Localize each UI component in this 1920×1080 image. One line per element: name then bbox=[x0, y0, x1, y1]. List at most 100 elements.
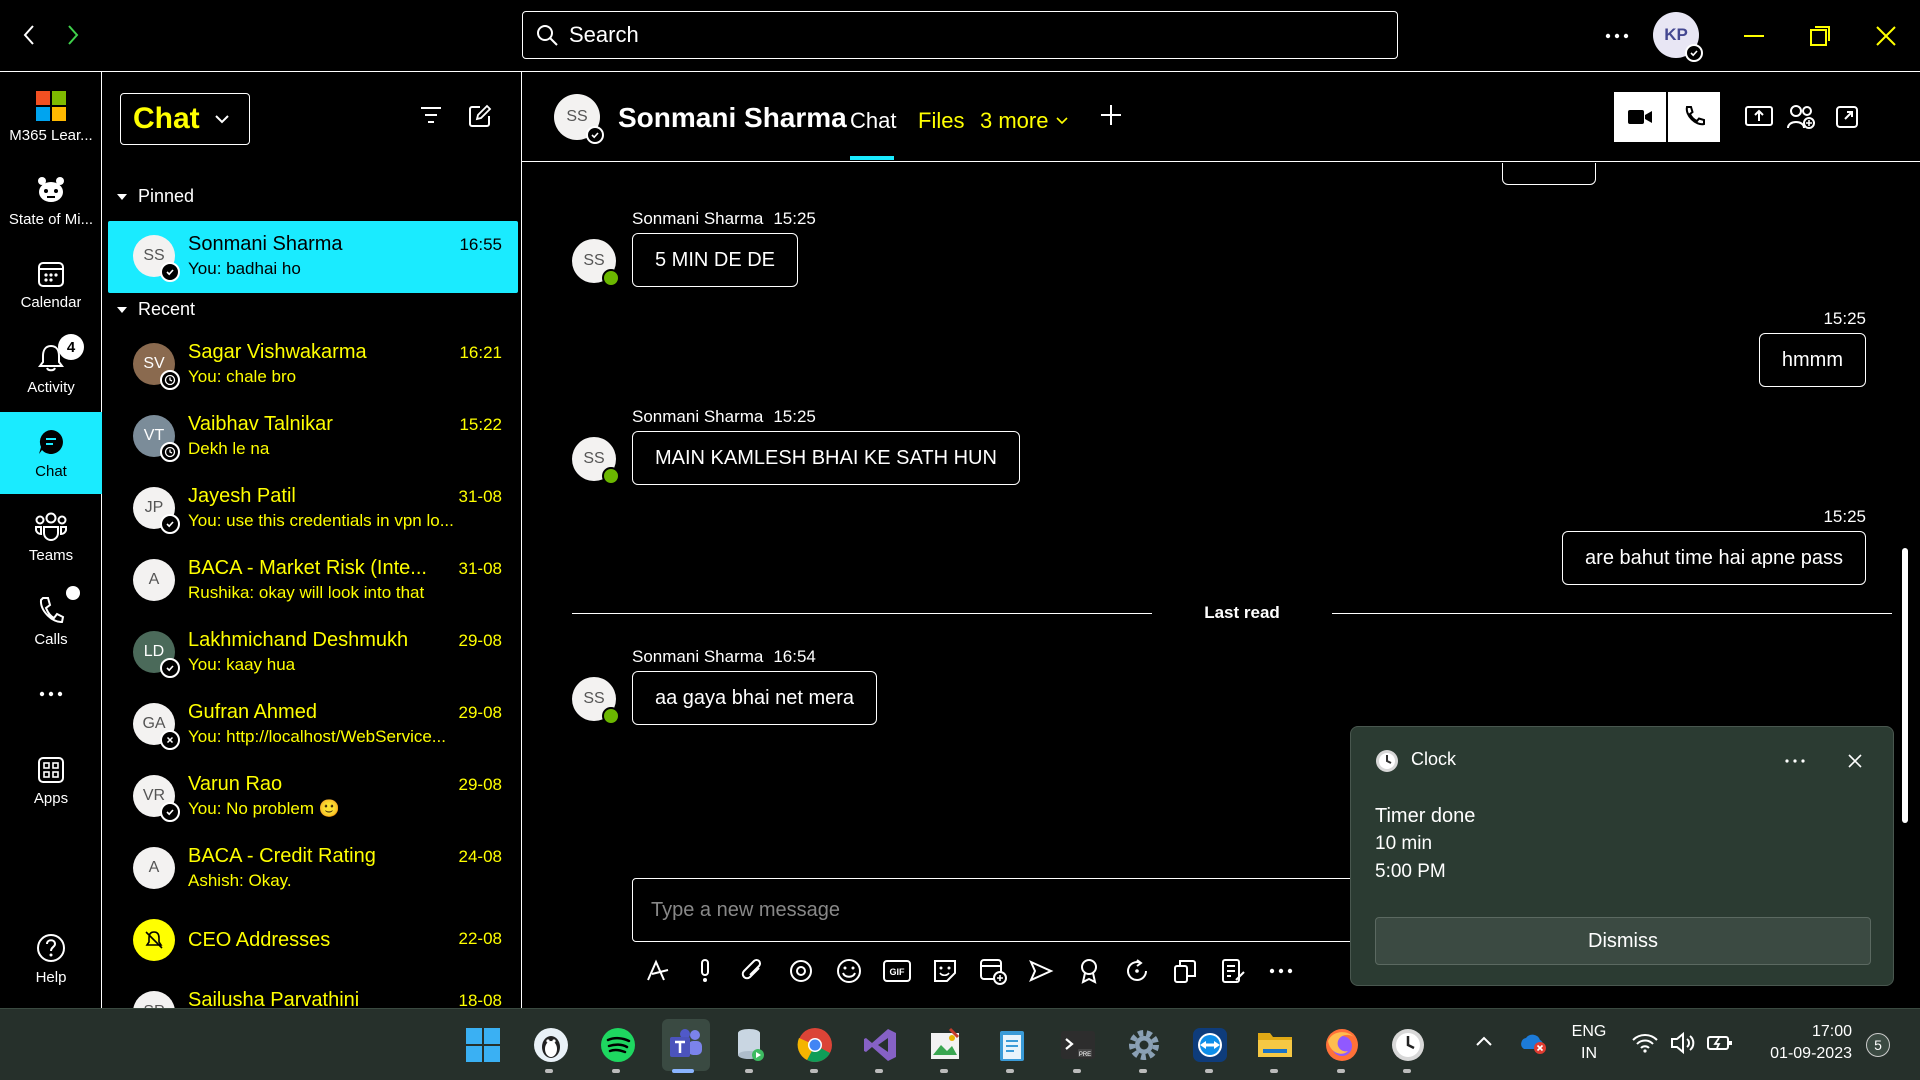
chat-item-baca-market-risk[interactable]: A BACA - Market Risk (Inte... Rushika: o… bbox=[108, 545, 518, 617]
attach-icon[interactable] bbox=[736, 954, 770, 988]
scrollbar[interactable] bbox=[1902, 548, 1908, 823]
chat-item-lakhmichand-deshmukh[interactable]: LD Lakhmichand Deshmukh You: kaay hua 29… bbox=[108, 617, 518, 689]
loop-icon[interactable] bbox=[784, 954, 818, 988]
windows-start-icon[interactable] bbox=[463, 1025, 503, 1065]
pop-out-icon[interactable] bbox=[1832, 102, 1862, 132]
refresh-icon[interactable] bbox=[1120, 954, 1154, 988]
contact-avatar[interactable]: SS bbox=[554, 94, 604, 144]
profile-avatar[interactable]: KP bbox=[1653, 12, 1703, 62]
file-explorer-icon[interactable] bbox=[1255, 1025, 1295, 1065]
close-window-icon[interactable] bbox=[1866, 16, 1906, 56]
my-message-bubble[interactable]: hmmm bbox=[1758, 333, 1866, 387]
status-offline-icon bbox=[160, 730, 180, 750]
chat-item-ceo-addresses[interactable]: CEO Addresses 22-08 bbox=[108, 905, 518, 977]
stream-icon[interactable] bbox=[1024, 954, 1058, 988]
terminal-preview-icon[interactable]: PRE bbox=[1058, 1025, 1098, 1065]
message-bubble[interactable]: MAIN KAMLESH BHAI KE SATH HUN bbox=[632, 431, 1020, 485]
forward-arrow-icon[interactable] bbox=[58, 18, 88, 52]
back-arrow-icon[interactable] bbox=[14, 18, 44, 52]
add-tab-icon[interactable] bbox=[1096, 100, 1126, 130]
video-call-button[interactable] bbox=[1614, 92, 1666, 142]
rail-item-calendar[interactable]: Calendar bbox=[0, 244, 102, 326]
praise-icon[interactable] bbox=[1072, 954, 1106, 988]
forms-icon[interactable] bbox=[1216, 954, 1250, 988]
emoji-icon[interactable] bbox=[832, 954, 866, 988]
updates-icon[interactable] bbox=[1168, 954, 1202, 988]
tab-more[interactable]: 3 more bbox=[980, 108, 1069, 134]
restore-icon[interactable] bbox=[1800, 16, 1840, 56]
pinned-section-header[interactable]: Pinned bbox=[116, 186, 194, 207]
chat-item-sagar-vishwakarma[interactable]: SV Sagar Vishwakarma You: chale bro 16:2… bbox=[108, 329, 518, 401]
dismiss-button[interactable]: Dismiss bbox=[1375, 917, 1871, 965]
more-apps-icon[interactable] bbox=[1264, 954, 1298, 988]
active-tab-indicator bbox=[850, 156, 894, 160]
notification-count-badge[interactable]: 5 bbox=[1866, 1033, 1890, 1057]
rail-more-icon[interactable] bbox=[0, 664, 102, 724]
chat-item-jayesh-patil[interactable]: JP Jayesh Patil You: use this credential… bbox=[108, 473, 518, 545]
filter-icon[interactable] bbox=[420, 106, 442, 124]
rail-item-calls[interactable]: Calls bbox=[0, 580, 102, 662]
toast-close-icon[interactable] bbox=[1847, 753, 1863, 769]
chat-item-baca-credit-rating[interactable]: A BACA - Credit Rating Ashish: Okay. 24-… bbox=[108, 833, 518, 905]
tab-chat[interactable]: Chat bbox=[850, 108, 896, 134]
onedrive-error-icon[interactable] bbox=[1518, 1031, 1548, 1055]
clock-taskbar-icon[interactable] bbox=[1388, 1025, 1428, 1065]
settings-gear-icon[interactable] bbox=[1124, 1025, 1164, 1065]
chrome-icon[interactable] bbox=[795, 1025, 835, 1065]
recent-section-header[interactable]: Recent bbox=[116, 299, 195, 320]
spotify-icon[interactable] bbox=[598, 1025, 638, 1065]
chat-item-varun-rao[interactable]: VR Varun Rao You: No problem 🙂 29-08 bbox=[108, 761, 518, 833]
rail-label: M365 Lear... bbox=[9, 126, 93, 144]
add-people-icon[interactable] bbox=[1786, 102, 1816, 132]
teamviewer-icon[interactable] bbox=[1190, 1025, 1230, 1065]
share-screen-icon[interactable] bbox=[1744, 102, 1774, 132]
teams-taskbar-icon[interactable] bbox=[662, 1019, 710, 1071]
tray-overflow-chevron-icon[interactable] bbox=[1475, 1035, 1493, 1047]
message-time: 15:25 bbox=[773, 407, 816, 426]
my-message-bubble[interactable]: are bahut time hai apne pass bbox=[1562, 531, 1866, 585]
rail-item-activity[interactable]: 4 Activity bbox=[0, 328, 102, 410]
gif-icon[interactable]: GIF bbox=[880, 954, 914, 988]
database-tool-icon[interactable] bbox=[730, 1025, 770, 1065]
clock-display[interactable]: 17:00 01-09-2023 bbox=[1752, 1023, 1852, 1063]
sender-avatar[interactable]: SS bbox=[572, 437, 620, 485]
firefox-icon[interactable] bbox=[1322, 1025, 1362, 1065]
format-icon[interactable] bbox=[640, 954, 674, 988]
volume-icon[interactable] bbox=[1670, 1031, 1696, 1055]
chat-filter-dropdown[interactable]: Chat bbox=[120, 93, 250, 145]
chat-item-sonmani-sharma[interactable]: SS Sonmani Sharma You: badhai ho 16:55 bbox=[108, 221, 518, 293]
sender-avatar[interactable]: SS bbox=[572, 239, 620, 287]
rail-item-teams[interactable]: Teams bbox=[0, 496, 102, 578]
new-chat-icon[interactable] bbox=[468, 104, 492, 128]
chat-item-sailusha-parvathini[interactable]: SP Sailusha Parvathini 18-08 bbox=[108, 977, 518, 1008]
chat-item-vaibhav-talnikar[interactable]: VT Vaibhav Talnikar Dekh le na 15:22 bbox=[108, 401, 518, 473]
more-options-icon[interactable] bbox=[1597, 16, 1637, 56]
image-editor-icon[interactable] bbox=[925, 1025, 965, 1065]
minimize-icon[interactable] bbox=[1734, 16, 1774, 56]
battery-charging-icon[interactable] bbox=[1706, 1033, 1734, 1053]
message-bubble[interactable]: aa gaya bhai net mera bbox=[632, 671, 878, 725]
penguin-app-icon[interactable] bbox=[531, 1025, 571, 1065]
rail-item-help[interactable]: Help bbox=[0, 918, 102, 1000]
search-input[interactable]: Search bbox=[522, 11, 1398, 59]
message-bubble-partial[interactable]: haan bbox=[1502, 163, 1596, 185]
language-indicator[interactable]: ENG IN bbox=[1562, 1023, 1616, 1063]
tab-files[interactable]: Files bbox=[918, 108, 964, 134]
important-icon[interactable] bbox=[688, 954, 722, 988]
visual-studio-icon[interactable] bbox=[860, 1025, 900, 1065]
schedule-meeting-icon[interactable] bbox=[976, 954, 1010, 988]
rail-item-chat[interactable]: Chat bbox=[0, 412, 102, 494]
sticker-icon[interactable] bbox=[928, 954, 962, 988]
audio-call-button[interactable] bbox=[1668, 92, 1720, 142]
rail-item-m365[interactable]: M365 Lear... bbox=[0, 76, 102, 158]
toast-more-icon[interactable] bbox=[1785, 759, 1805, 763]
rail-item-apps[interactable]: Apps bbox=[0, 740, 102, 822]
sender-avatar[interactable]: SS bbox=[572, 677, 620, 725]
sender-name: Sonmani Sharma bbox=[632, 407, 764, 426]
notepad-icon[interactable] bbox=[992, 1025, 1032, 1065]
message-bubble[interactable]: 5 MIN DE DE bbox=[632, 233, 799, 287]
taskbar-date: 01-09-2023 bbox=[1770, 1045, 1852, 1062]
chat-item-gufran-ahmed[interactable]: GA Gufran Ahmed You: http://localhost/We… bbox=[108, 689, 518, 761]
rail-item-state-of-mind[interactable]: State of Mi... bbox=[0, 160, 102, 242]
wifi-icon[interactable] bbox=[1632, 1033, 1658, 1053]
